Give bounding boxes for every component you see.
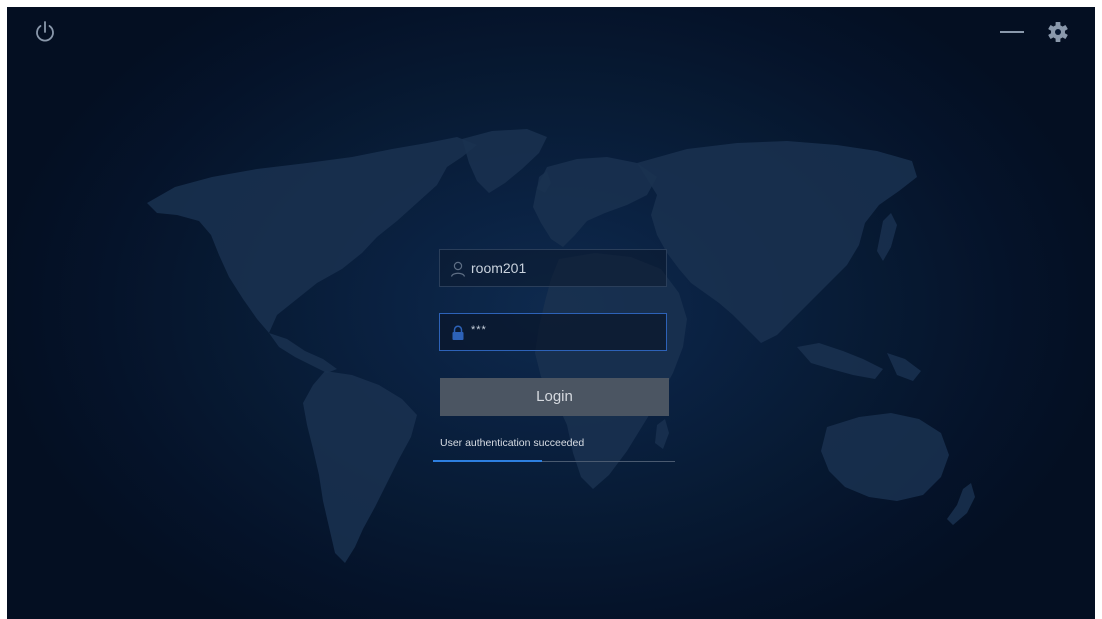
username-value: room201 — [471, 260, 527, 276]
minimize-button[interactable] — [997, 19, 1027, 45]
lock-icon — [452, 325, 464, 340]
password-field[interactable]: *** — [439, 313, 667, 351]
power-button[interactable] — [33, 19, 57, 45]
username-field[interactable]: room201 — [439, 249, 667, 287]
login-button[interactable]: Login — [440, 378, 669, 416]
progress-bar — [433, 460, 675, 462]
progress-fill — [433, 460, 542, 462]
password-value: *** — [471, 324, 487, 336]
status-message: User authentication succeeded — [440, 437, 585, 449]
login-screen: room201 *** Login User authentication su… — [7, 7, 1095, 619]
settings-button[interactable] — [1045, 19, 1071, 45]
power-icon — [36, 21, 54, 42]
minimize-icon — [1000, 31, 1024, 33]
user-icon — [450, 261, 466, 277]
gear-icon — [1048, 22, 1068, 42]
